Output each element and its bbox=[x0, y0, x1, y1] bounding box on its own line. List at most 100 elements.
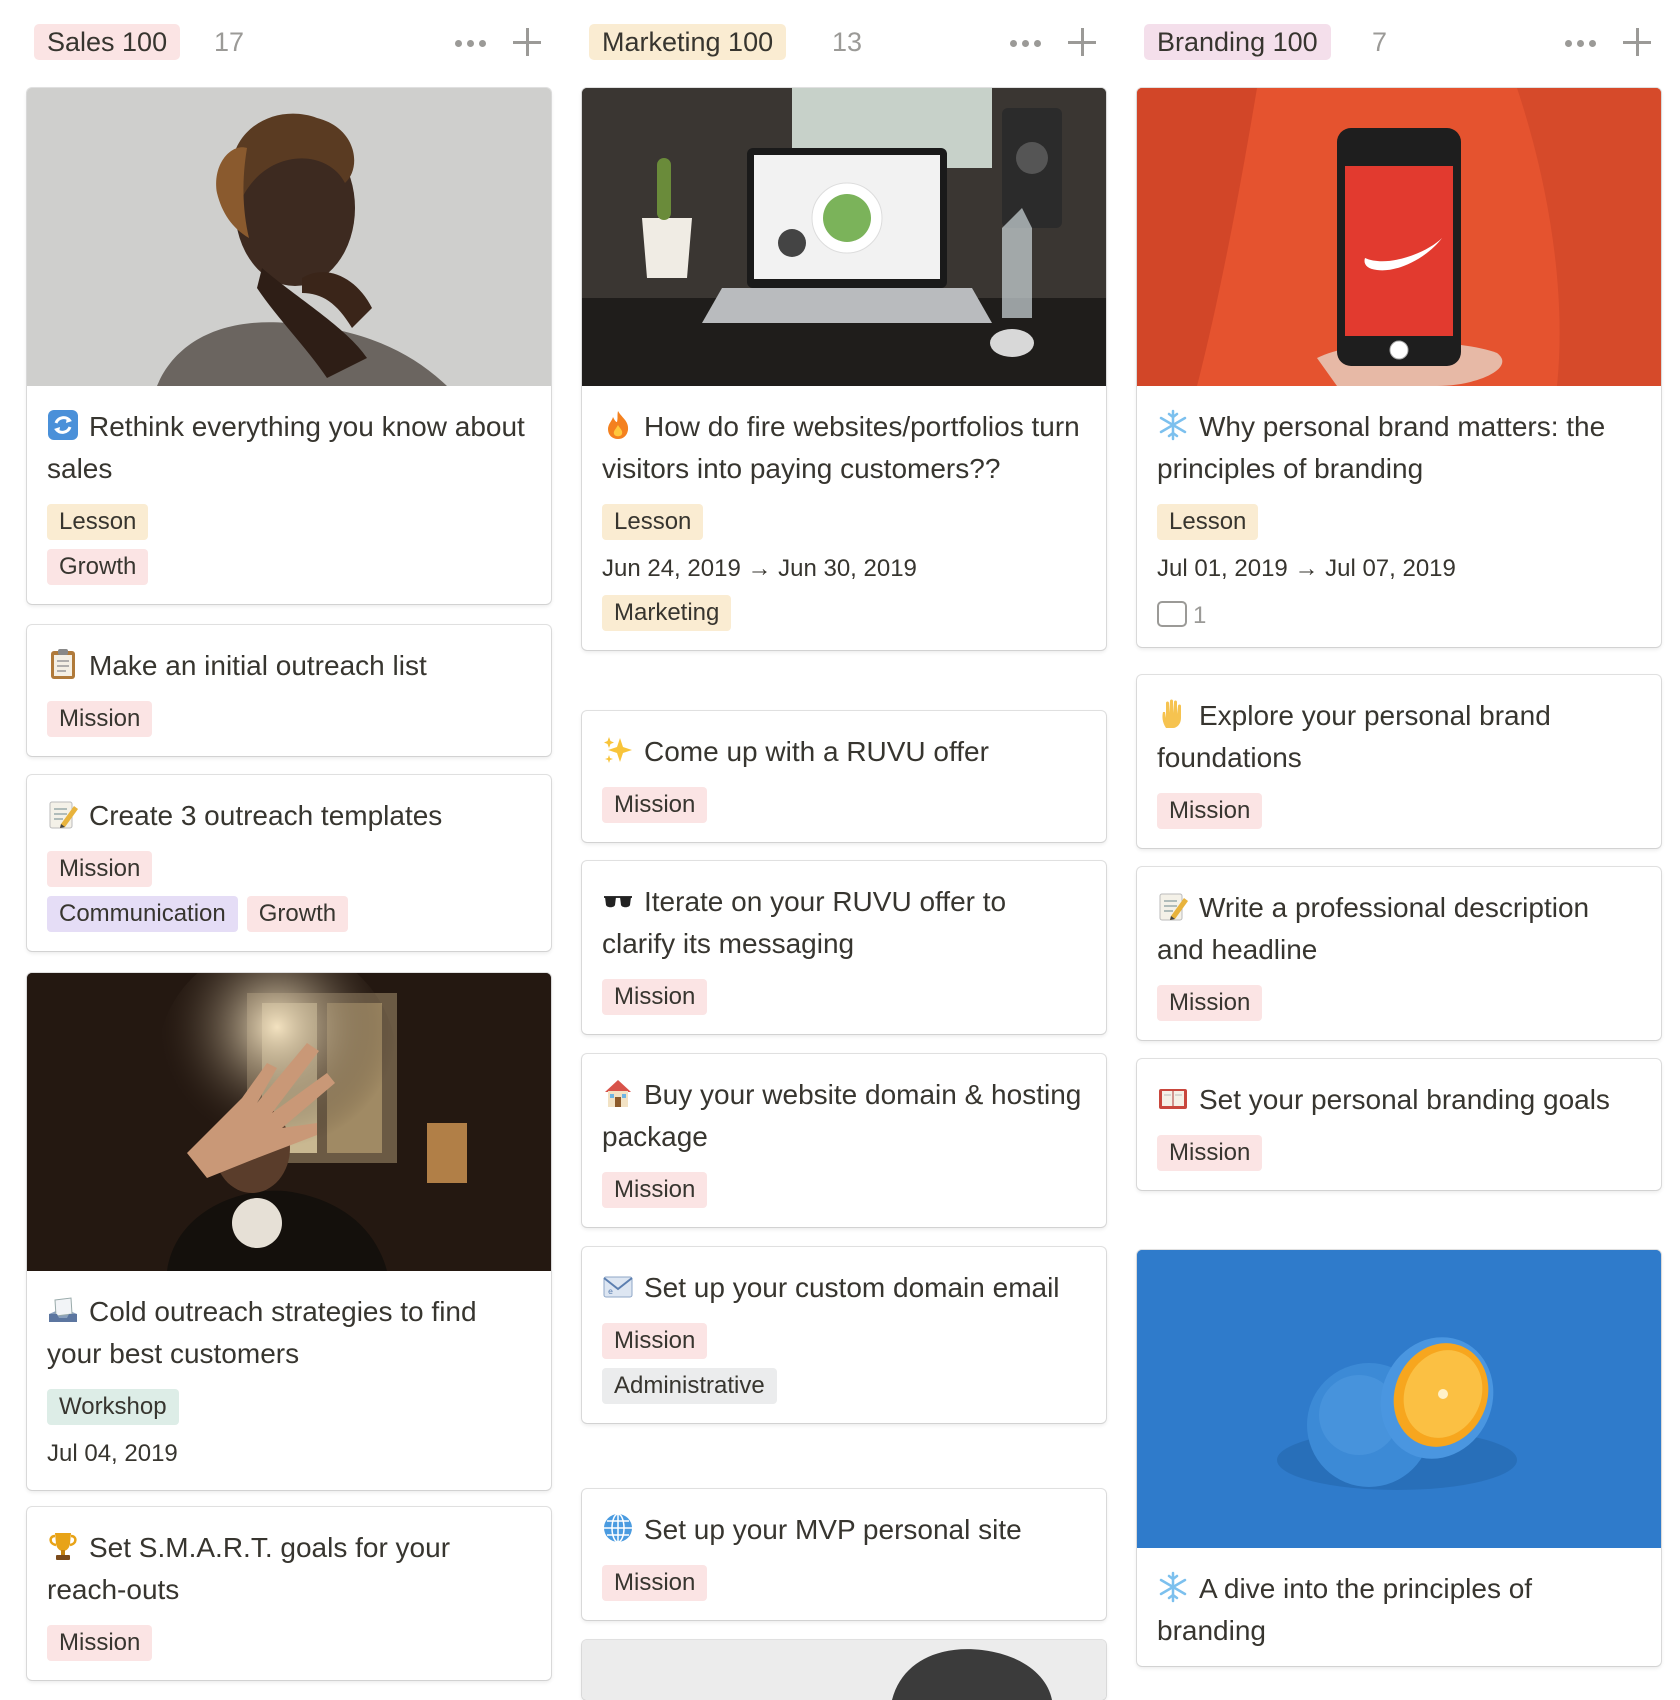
arrows-cycle-icon bbox=[48, 410, 78, 440]
column-count: 17 bbox=[214, 27, 245, 57]
column-header: Sales 100 17 bbox=[34, 24, 553, 64]
svg-text:e: e bbox=[608, 1287, 613, 1296]
card-domain-email[interactable]: e Set up your custom domain email Mission… bbox=[582, 1247, 1106, 1423]
card-rethink-sales[interactable]: Rethink everything you know about sales … bbox=[27, 88, 551, 604]
card-title-text: Write a professional description and hea… bbox=[1157, 892, 1590, 965]
column-title[interactable]: Branding 100 bbox=[1144, 24, 1331, 60]
tag-lesson: Lesson bbox=[1157, 504, 1259, 540]
card-title: Buy your website domain & hosting packag… bbox=[602, 1074, 1086, 1158]
card-partial[interactable] bbox=[582, 1640, 1106, 1700]
column-title[interactable]: Marketing 100 bbox=[589, 24, 787, 60]
card-outreach-list[interactable]: Make an initial outreach list Mission bbox=[27, 625, 551, 756]
tag-mission: Mission bbox=[1157, 1135, 1263, 1171]
tag-marketing: Marketing bbox=[602, 595, 732, 631]
card-title: Come up with a RUVU offer bbox=[602, 731, 1086, 773]
tag-mission: Mission bbox=[1157, 985, 1263, 1021]
more-options-icon[interactable] bbox=[1010, 40, 1042, 48]
tag-growth: Growth bbox=[47, 549, 149, 585]
laptop-desk-image bbox=[582, 88, 1106, 386]
comment-count[interactable]: 1 bbox=[1157, 599, 1641, 633]
memo-icon bbox=[1159, 893, 1188, 921]
card-title: Explore your personal brand foundations bbox=[1157, 695, 1641, 779]
card-branding-goals[interactable]: Set your personal branding goals Mission bbox=[1137, 1059, 1661, 1190]
card-fire-websites[interactable]: How do fire websites/portfolios turn vis… bbox=[582, 88, 1106, 650]
column-count: 13 bbox=[832, 27, 863, 57]
tag-mission: Mission bbox=[1157, 793, 1263, 829]
ledger-icon bbox=[1159, 1089, 1187, 1109]
card-cold-outreach[interactable]: Cold outreach strategies to find your be… bbox=[27, 973, 551, 1490]
column-marketing: Marketing 100 13 How do fire websites/po… bbox=[582, 0, 1108, 1700]
man-reaching-image bbox=[27, 973, 551, 1271]
trophy-icon bbox=[49, 1533, 77, 1560]
card-outreach-templates[interactable]: Create 3 outreach templates Mission Comm… bbox=[27, 775, 551, 951]
woman-portrait-image bbox=[27, 88, 551, 386]
phone-red-sweater-image bbox=[1137, 88, 1661, 386]
card-title-text: Explore your personal brand foundations bbox=[1157, 700, 1551, 773]
column-header: Branding 100 7 bbox=[1144, 24, 1663, 64]
card-cover-image bbox=[27, 973, 551, 1271]
globe-icon bbox=[604, 1513, 632, 1543]
tag-growth: Growth bbox=[246, 896, 349, 932]
tag-mission: Mission bbox=[47, 851, 153, 887]
card-cover-image bbox=[582, 88, 1106, 386]
card-date: Jun 24, 2019 → Jun 30, 2019 bbox=[602, 555, 917, 582]
fire-icon bbox=[608, 411, 629, 439]
comment-icon bbox=[1157, 601, 1187, 627]
tag-lesson: Lesson bbox=[602, 504, 704, 540]
more-options-icon[interactable] bbox=[1565, 40, 1597, 48]
card-cover-image bbox=[1137, 1250, 1661, 1548]
card-title: A dive into the principles of branding bbox=[1157, 1568, 1641, 1652]
column-count: 7 bbox=[1372, 27, 1388, 57]
card-ruvu-offer[interactable]: Come up with a RUVU offer Mission bbox=[582, 711, 1106, 842]
column-title[interactable]: Sales 100 bbox=[34, 24, 181, 60]
more-options-icon[interactable] bbox=[455, 40, 487, 48]
card-title-text: Set S.M.A.R.T. goals for your reach-outs bbox=[47, 1532, 451, 1605]
card-title: Set up your MVP personal site bbox=[602, 1509, 1086, 1551]
card-title: Create 3 outreach templates bbox=[47, 795, 531, 837]
card-title-text: Come up with a RUVU offer bbox=[644, 736, 989, 767]
card-title: Set your personal branding goals bbox=[1157, 1079, 1641, 1121]
tag-mission: Mission bbox=[602, 1323, 708, 1359]
card-title: Iterate on your RUVU offer to clarify it… bbox=[602, 881, 1086, 965]
tag-mission: Mission bbox=[47, 701, 153, 737]
column-header: Marketing 100 13 bbox=[589, 24, 1108, 64]
tag-mission: Mission bbox=[602, 787, 708, 823]
card-title-text: Create 3 outreach templates bbox=[89, 800, 443, 831]
card-buy-domain[interactable]: Buy your website domain & hosting packag… bbox=[582, 1054, 1106, 1227]
tag-lesson: Lesson bbox=[47, 504, 149, 540]
add-card-icon[interactable] bbox=[1068, 28, 1096, 56]
add-card-icon[interactable] bbox=[513, 28, 541, 56]
card-personal-brand-matters[interactable]: Why personal brand matters: the principl… bbox=[1137, 88, 1661, 647]
card-title: Why personal brand matters: the principl… bbox=[1157, 406, 1641, 490]
outbox-tray-icon bbox=[49, 1297, 77, 1322]
card-title-text: Buy your website domain & hosting packag… bbox=[602, 1079, 1082, 1152]
column-branding: Branding 100 7 Why personal brand matter… bbox=[1137, 0, 1663, 1678]
card-title: Cold outreach strategies to find your be… bbox=[47, 1291, 531, 1375]
add-card-icon[interactable] bbox=[1623, 28, 1651, 56]
card-title-text: Set your personal branding goals bbox=[1199, 1084, 1610, 1115]
card-iterate-ruvu[interactable]: Iterate on your RUVU offer to clarify it… bbox=[582, 861, 1106, 1034]
card-dive-principles[interactable]: A dive into the principles of branding bbox=[1137, 1250, 1661, 1666]
clipboard-icon bbox=[51, 649, 75, 679]
card-professional-description[interactable]: Write a professional description and hea… bbox=[1137, 867, 1661, 1040]
card-cover-image bbox=[27, 88, 551, 386]
card-brand-foundations[interactable]: Explore your personal brand foundations … bbox=[1137, 675, 1661, 848]
card-title-text: Rethink everything you know about sales bbox=[47, 411, 525, 484]
card-cover-image bbox=[582, 1640, 1106, 1700]
tag-mission: Mission bbox=[602, 979, 708, 1015]
card-mvp-site[interactable]: Set up your MVP personal site Mission bbox=[582, 1489, 1106, 1620]
card-title: Set S.M.A.R.T. goals for your reach-outs bbox=[47, 1527, 531, 1611]
email-icon: e bbox=[603, 1276, 633, 1298]
board: Sales 100 17 Rethink everything you know… bbox=[0, 0, 1680, 1700]
snowflake-icon bbox=[1159, 409, 1187, 441]
card-title-text: A dive into the principles of branding bbox=[1157, 1573, 1533, 1646]
raised-hand-icon bbox=[1162, 699, 1181, 728]
card-title: Make an initial outreach list bbox=[47, 645, 531, 687]
card-title: e Set up your custom domain email bbox=[602, 1267, 1086, 1309]
portrait-image bbox=[582, 1640, 1106, 1700]
card-title-text: How do fire websites/portfolios turn vis… bbox=[602, 411, 1080, 484]
card-smart-goals[interactable]: Set S.M.A.R.T. goals for your reach-outs… bbox=[27, 1507, 551, 1680]
card-date: Jul 04, 2019 bbox=[47, 1440, 178, 1467]
card-title: Rethink everything you know about sales bbox=[47, 406, 531, 490]
card-title-text: Set up your MVP personal site bbox=[644, 1514, 1022, 1545]
